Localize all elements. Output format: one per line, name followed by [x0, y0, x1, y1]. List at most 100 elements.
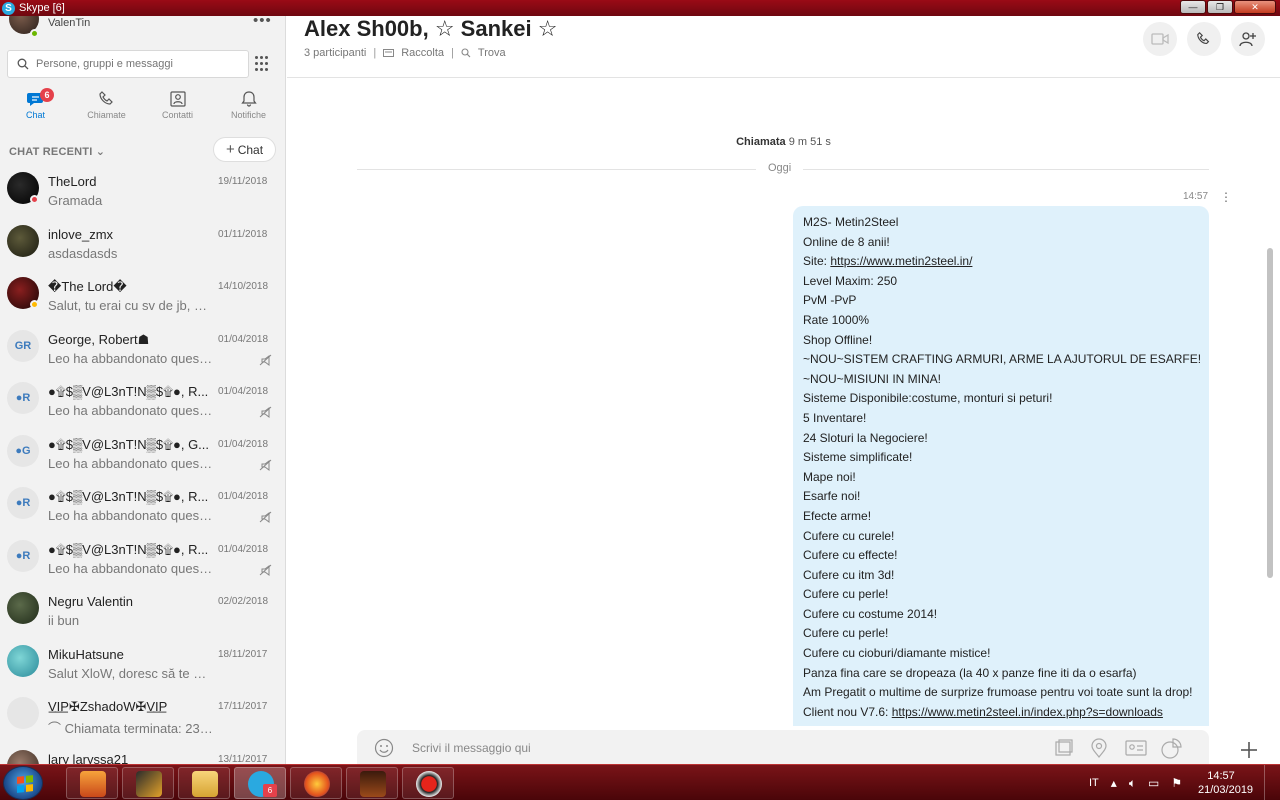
plus-icon: + — [225, 141, 235, 158]
skype-app-icon: S — [2, 1, 15, 15]
presence-status-icon — [30, 300, 39, 309]
maximize-button[interactable]: ❐ — [1207, 0, 1233, 14]
contacts-icon — [169, 91, 186, 107]
notifications-muted-icon — [259, 406, 272, 418]
clock-date: 21/03/2019 — [1198, 784, 1254, 796]
conversation-name: inlove_zmx — [48, 226, 114, 242]
message-input[interactable]: Scrivi il messaggio qui — [412, 741, 531, 755]
gallery-link[interactable]: Raccolta — [401, 47, 444, 59]
recent-chats-header: CHAT RECENTI ⌄ + Chat — [0, 135, 285, 165]
message-line: Sisteme simplificate! — [803, 450, 913, 465]
avatar — [7, 749, 39, 764]
message-line: Online de 8 anii! — [803, 234, 890, 249]
list-item[interactable]: MikuHatsune Salut XloW, doresc să te ad..… — [0, 641, 285, 693]
list-item[interactable]: ●R ●۩$▒V@L3nT!N▒$۩●, R... Leo ha abbandona… — [0, 536, 285, 588]
avatar — [7, 224, 39, 257]
conversation-preview: Gramada — [48, 193, 103, 208]
scrollbar[interactable] — [1267, 248, 1273, 578]
presence-status-icon — [30, 195, 39, 204]
search-box[interactable] — [7, 50, 249, 78]
conversation-date: 01/04/2018 — [218, 333, 269, 345]
message-link[interactable]: https://www.metin2steel.in/index.php?s=d… — [892, 705, 1163, 719]
message-options-icon[interactable]: ⋮ — [1220, 190, 1232, 204]
close-button[interactable]: ✕ — [1234, 0, 1276, 14]
list-item[interactable]: ●R ●۩$▒V@L3nT!N▒$۩●, R... Leo ha abbandona… — [0, 483, 285, 535]
list-item[interactable]: Negru Valentin ii bun 02/02/2018 — [0, 588, 285, 640]
message-text: Site: — [803, 254, 831, 269]
show-desktop-button[interactable] — [1264, 765, 1280, 800]
tab-contacts[interactable]: Contatti — [142, 86, 213, 126]
list-item[interactable]: lary laryssa21 13/11/2017 — [0, 746, 285, 765]
conversation-date: 01/04/2018 — [218, 491, 269, 502]
conversation-name: George, Robert☗ — [48, 331, 150, 347]
list-item[interactable]: ●R ●۩$▒V@L3nT!N▒$۩●, R... Leo ha abbandona… — [0, 378, 285, 430]
contact-card-icon[interactable] — [1125, 738, 1147, 758]
list-item[interactable]: ●G ●۩$▒V@L3nT!N▒$۩●, G... Leo ha abbandona… — [0, 431, 285, 483]
conversation-date: 13/11/2017 — [218, 753, 268, 765]
conversation-name: ●۩$▒V@L3nT!N▒$۩●, G... — [48, 436, 210, 452]
chevron-down-icon: ⌄ — [95, 146, 106, 158]
chat-title[interactable]: Alex Sh00b, ☆ Sankei ☆ — [304, 16, 557, 42]
chat-pane: Alex Sh00b, ☆ Sankei ☆ 3 participanti | … — [287, 16, 1280, 764]
conversation-date: 14/10/2018 — [218, 281, 269, 292]
dialpad-icon[interactable] — [255, 56, 271, 72]
taskbar-skype[interactable]: 6 — [234, 767, 286, 799]
emoji-icon[interactable] — [374, 738, 394, 758]
profile-row[interactable]: ValenTin ••• — [0, 16, 285, 44]
list-item[interactable]: �The Lord� Salut, tu erai cu sv de jb, pa… — [0, 273, 285, 325]
message-line: Cufere cu perle! — [803, 626, 889, 641]
conversation-preview: Leo ha abbandonato quest... — [48, 508, 213, 523]
new-chat-button[interactable]: + Chat — [213, 137, 276, 162]
start-button[interactable] — [3, 766, 43, 800]
clock-time: 14:57 — [1207, 770, 1235, 782]
language-indicator[interactable]: IT — [1089, 777, 1099, 789]
network-icon[interactable]: ▭ — [1148, 776, 1159, 790]
system-clock[interactable]: 14:57 21/03/2019 — [1198, 769, 1254, 797]
list-item[interactable]: V̲I̲P̲✠ZshadoW✠V̲I̲P̲ ⌒ Chiamata terminat… — [0, 693, 285, 745]
message-link[interactable]: https://www.metin2steel.in/ — [830, 254, 972, 268]
taskbar-recorder[interactable] — [402, 767, 454, 799]
taskbar-winamp[interactable] — [122, 767, 174, 799]
system-tray: IT ▴ 🔈︎ ▭ ⚑ — [1085, 765, 1182, 800]
list-item[interactable]: GR George, Robert☗ Leo ha abbandonato ques… — [0, 326, 285, 378]
poll-chart-icon[interactable] — [1160, 738, 1182, 760]
add-participant-button[interactable] — [1231, 22, 1265, 56]
firefox-icon — [304, 771, 330, 797]
minimize-button[interactable]: — — [1180, 0, 1206, 14]
media-gallery-icon[interactable] — [1054, 738, 1074, 758]
recent-chats-title[interactable]: CHAT RECENTI ⌄ — [9, 145, 105, 158]
list-item[interactable]: TheLord Gramada 19/11/2018 — [0, 168, 285, 220]
participants-link[interactable]: 3 participanti — [304, 47, 366, 59]
search-input[interactable] — [36, 58, 236, 70]
add-content-icon[interactable] — [1237, 738, 1261, 762]
main-nav: 6 Chat Chiamate Contatti Notifiche — [0, 86, 285, 126]
message-text: Client nou V7.6: — [803, 704, 892, 719]
window-title: Skype [6] — [19, 2, 65, 14]
profile-name: ValenTin — [48, 17, 91, 29]
message-bubble[interactable]: M2S- Metin2Steel Online de 8 anii! Site: h… — [793, 206, 1209, 726]
window-controls: — ❐ ✕ — [1180, 0, 1276, 14]
video-call-button[interactable] — [1143, 22, 1177, 56]
action-center-flag-icon[interactable]: ⚑ — [1171, 776, 1182, 790]
call-duration: 9 m 51 s — [788, 136, 831, 148]
volume-icon[interactable]: 🔈︎ — [1129, 776, 1136, 791]
search-icon — [17, 58, 29, 70]
more-options-icon[interactable]: ••• — [253, 16, 272, 29]
location-pin-icon[interactable] — [1090, 738, 1108, 758]
taskbar-metin2[interactable] — [346, 767, 398, 799]
find-link[interactable]: Trova — [478, 47, 506, 59]
tab-chat[interactable]: 6 Chat — [0, 86, 71, 126]
message-line: PvM -PvP — [803, 293, 857, 308]
audio-call-button[interactable] — [1187, 22, 1221, 56]
message-line: 24 Sloturi la Negociere! — [803, 430, 928, 445]
list-item[interactable]: inlove_zmx asdasdasds 01/11/2018 — [0, 221, 285, 273]
taskbar-media-player[interactable] — [66, 767, 118, 799]
call-summary: Chiamata 9 m 51 s — [287, 136, 1280, 148]
tab-notifications[interactable]: Notifiche — [213, 86, 284, 126]
message-line: Cufere cu effecte! — [803, 548, 898, 563]
tab-calls[interactable]: Chiamate — [71, 86, 142, 126]
taskbar-firefox[interactable] — [290, 767, 342, 799]
message-line: ~NOU~SISTEM CRAFTING ARMURI, ARME LA AJU… — [803, 352, 1202, 367]
taskbar-explorer[interactable] — [178, 767, 230, 799]
chevron-up-icon[interactable]: ▴ — [1111, 776, 1117, 790]
